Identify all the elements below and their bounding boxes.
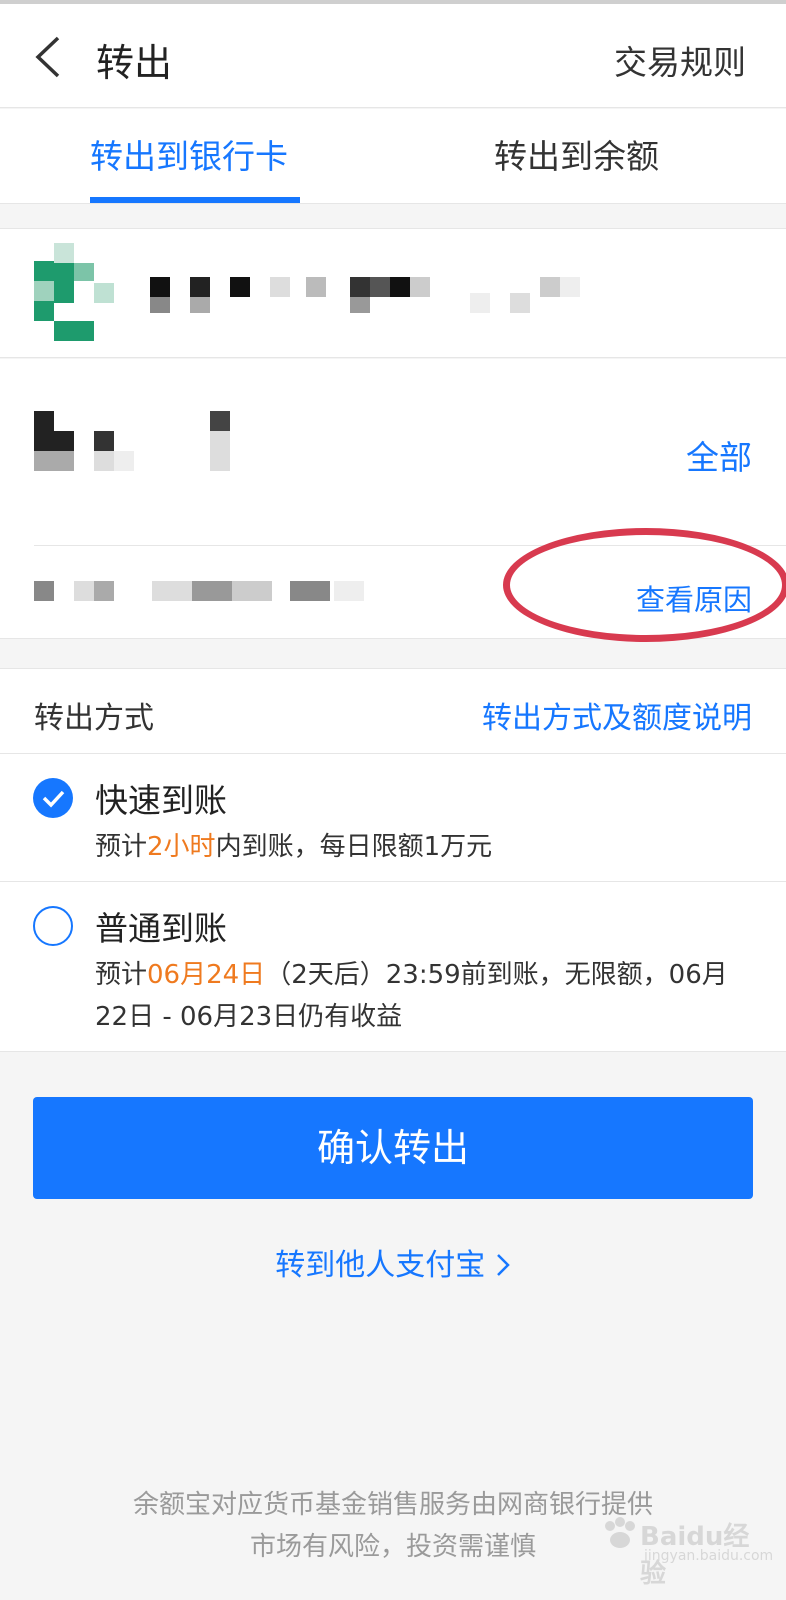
radio-selected-icon[interactable]	[33, 778, 73, 818]
transfer-all-link[interactable]: 全部	[686, 431, 752, 479]
back-button[interactable]	[24, 26, 84, 86]
transfer-method-label: 转出方式	[34, 701, 154, 736]
amount-input-redacted[interactable]	[34, 411, 244, 475]
bank-card-selector[interactable]	[0, 228, 786, 358]
bank-logo-icon	[34, 243, 114, 341]
radio-unselected-icon[interactable]	[33, 906, 73, 946]
available-balance-redacted	[34, 581, 364, 601]
option-fast-arrival[interactable]: 快速到账 预计2小时内到账，每日限额1万元	[0, 754, 786, 882]
option-normal-arrival[interactable]: 普通到账 预计06月24日（2天后）23:59前到账，无限额，06月22日 - …	[0, 882, 786, 1052]
card-name-redacted	[150, 277, 580, 313]
watermark-url: jingyan.baidu.com	[644, 1548, 774, 1564]
tab-to-bank-card[interactable]: 转出到银行卡	[90, 109, 288, 204]
arrival-date-highlight: 06月24日	[147, 960, 266, 990]
active-tab-indicator	[90, 197, 300, 203]
page-title: 转出	[96, 41, 173, 85]
option-description: 预计2小时内到账，每日限额1万元	[95, 832, 493, 862]
method-quota-info-link[interactable]: 转出方式及额度说明	[482, 693, 752, 737]
option-title: 快速到账	[95, 781, 227, 820]
transfer-to-others-link[interactable]: 转到他人支付宝	[0, 1240, 786, 1284]
transaction-rules-link[interactable]: 交易规则	[614, 36, 746, 84]
arrival-time-highlight: 2小时	[147, 832, 216, 862]
transfer-method-header: 转出方式 转出方式及额度说明	[0, 668, 786, 754]
confirm-transfer-button[interactable]: 确认转出	[33, 1097, 753, 1199]
nav-bar: 转出 交易规则	[0, 4, 786, 108]
option-description: 预计06月24日（2天后）23:59前到账，无限额，06月22日 - 06月23…	[95, 960, 728, 1032]
chevron-left-icon	[35, 36, 60, 78]
option-title: 普通到账	[95, 909, 227, 948]
paw-icon	[605, 1517, 635, 1548]
watermark: Baidu经验 jingyan.baidu.com	[600, 1508, 773, 1589]
annotation-circle	[503, 528, 786, 642]
chevron-right-icon	[496, 1254, 510, 1276]
check-icon	[42, 790, 65, 808]
transfer-tabs: 转出到银行卡 转出到余额	[0, 109, 786, 204]
tab-to-balance[interactable]: 转出到余额	[494, 109, 659, 204]
